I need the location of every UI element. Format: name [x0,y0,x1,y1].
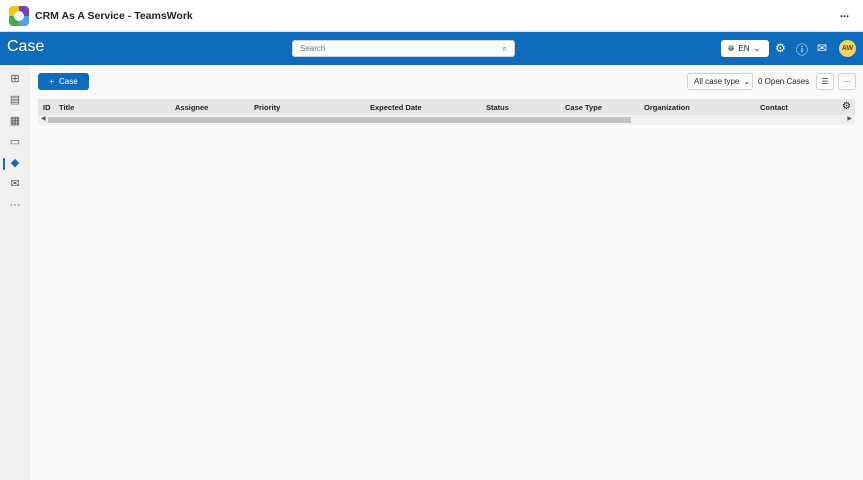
gear-icon[interactable]: ⚙ [775,41,786,55]
contacts-icon[interactable]: ▤ [8,93,22,107]
case-ticket-icon[interactable]: ◆ [8,156,22,170]
info-icon[interactable]: ⓘ [796,41,808,58]
scroll-right-icon[interactable]: ▶ [847,115,852,122]
filter-button[interactable]: ☰ [816,73,834,90]
scroll-left-icon[interactable]: ◀ [41,115,46,122]
open-cases-count: 0 Open Cases [758,77,810,86]
column-header-expected-date[interactable]: Expected Date [370,103,422,112]
dashboard-icon[interactable]: ⊞ [8,72,22,86]
app-logo-icon [9,5,29,26]
chevron-down-icon: ⌄ [753,44,761,53]
search-icon: ⌕ [501,43,507,53]
column-header-status[interactable]: Status [486,103,509,112]
column-header-case-type[interactable]: Case Type [565,103,602,112]
column-header-id[interactable]: ID [43,103,51,112]
contact-card-icon[interactable]: ▭ [8,135,22,149]
app-title: CRM As A Service - TeamsWork [35,9,193,22]
column-header-priority[interactable]: Priority [254,103,280,112]
horizontal-scrollbar[interactable]: ◀ ▶ [38,115,855,125]
column-header-organization[interactable]: Organization [644,103,690,112]
plus-icon: + [49,77,54,86]
title-bar: CRM As A Service - TeamsWork ... [0,0,863,32]
new-case-button[interactable]: + Case [38,73,89,90]
language-selector[interactable]: 🌐︎ EN ⌄ [721,40,769,57]
table-header: ID Title Assignee Priority Expected Date… [38,99,855,115]
language-label: EN [738,44,750,53]
case-type-value: All case type [694,77,740,86]
new-case-label: Case [58,77,78,86]
sidebar: ⊞ ▤ ▦ ▭ ◆ ✉ ··· [0,65,30,480]
active-indicator [3,158,5,170]
column-settings-icon[interactable]: ⚙ [842,101,851,112]
header: Case Search ⌕ 🌐︎ EN ⌄ ⚙ ⓘ ✉ AW [0,32,863,65]
filter-icon: ☰ [821,77,829,86]
mail-icon[interactable]: ✉ [817,41,827,55]
app-more-button[interactable]: ... [840,8,849,20]
more-icon[interactable]: ··· [8,198,22,212]
avatar[interactable]: AW [839,40,856,57]
organization-icon[interactable]: ▦ [8,114,22,128]
chevron-down-icon: ⌄ [743,77,751,86]
mail-icon[interactable]: ✉ [8,177,22,191]
more-options-button[interactable]: ··· [838,73,856,90]
search-input[interactable]: Search ⌕ [292,40,515,57]
column-header-title[interactable]: Title [59,103,74,112]
page-title: Case [7,38,45,55]
scrollbar-thumb[interactable] [48,117,631,123]
search-placeholder: Search [300,44,326,53]
case-type-dropdown[interactable]: All case type ⌄ [687,73,753,90]
globe-icon: 🌐︎ [728,43,735,53]
column-header-contact[interactable]: Contact [760,103,788,112]
column-header-assignee[interactable]: Assignee [175,103,208,112]
